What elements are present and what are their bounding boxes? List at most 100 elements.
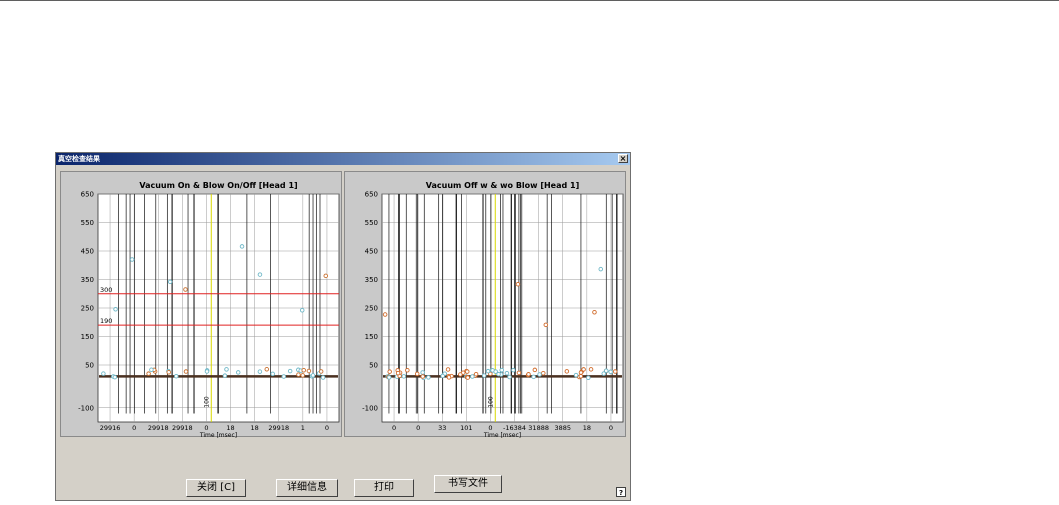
data-point — [531, 374, 536, 380]
chart-vacuum-off-blow: Vacuum Off w & wo Blow [Head 1] 650 550 450… — [362, 181, 624, 438]
close-button[interactable]: 关闭 [C] — [186, 479, 246, 497]
data-point — [299, 307, 305, 313]
data-point — [420, 374, 425, 379]
data-point — [420, 370, 425, 375]
x-tick-label: 29918 — [268, 424, 289, 432]
x-tick-label: 33 — [438, 424, 446, 432]
y-tick-label: 150 — [365, 333, 378, 341]
close-icon[interactable]: × — [618, 154, 628, 163]
x-tick-label: 18 — [226, 424, 234, 432]
data-point — [581, 367, 586, 372]
y-tick-label: 150 — [81, 333, 94, 341]
data-point — [473, 371, 479, 377]
x-tick-label: 29916 — [100, 424, 121, 432]
marker-line-label: 100 — [487, 396, 494, 408]
data-point — [257, 272, 263, 277]
help-icon[interactable]: ? — [616, 487, 626, 497]
data-point — [414, 371, 420, 377]
data-point — [386, 375, 392, 380]
data-point — [598, 266, 604, 272]
x-tick-label: 0 — [204, 424, 208, 432]
data-point — [101, 371, 106, 376]
data-point — [470, 374, 475, 379]
data-point — [166, 370, 172, 375]
data-point — [465, 369, 470, 374]
write-file-button[interactable]: 书写文件 — [434, 475, 502, 493]
y-tick-label: 250 — [81, 305, 94, 313]
data-point — [310, 373, 316, 378]
details-button[interactable]: 详细信息 — [276, 479, 338, 497]
data-point — [224, 367, 229, 372]
x-tick-label: 0 — [609, 424, 613, 432]
data-point — [204, 369, 210, 374]
data-point — [395, 370, 401, 376]
data-point — [440, 373, 445, 379]
data-point — [239, 244, 245, 249]
y-tick-label: 350 — [81, 276, 94, 284]
data-point — [601, 371, 607, 376]
data-point — [112, 374, 118, 380]
data-point — [382, 312, 388, 317]
x-axis-label: Time [msec] — [483, 432, 521, 438]
top-border-line — [0, 0, 1059, 1]
data-point — [257, 369, 263, 374]
data-point — [573, 372, 579, 378]
x-tick-label: 29918 — [148, 424, 169, 432]
x-tick-label: 18 — [583, 424, 591, 432]
data-point — [287, 368, 293, 374]
data-point — [541, 371, 546, 376]
y-tick-label: 650 — [81, 191, 94, 199]
y-tick-label: 550 — [81, 219, 94, 227]
data-point — [485, 368, 491, 374]
data-point — [300, 373, 305, 378]
x-tick-label: 31888 — [528, 424, 549, 432]
chart-vacuum-on-blow: Vacuum On & Blow On/Off [Head 1] 650 550 45… — [78, 181, 340, 438]
y-tick-label: 650 — [365, 191, 378, 199]
data-point — [129, 257, 135, 262]
data-point — [306, 368, 312, 374]
chart-title: Vacuum On & Blow On/Off [Head 1] — [139, 181, 297, 190]
vacuum-check-dialog: 真空检查结果 × Vacuum On & Blow On/Off [Head 1… — [55, 152, 631, 501]
data-point — [318, 369, 324, 374]
data-point — [511, 367, 516, 373]
marker-line-label: 100 — [203, 396, 210, 408]
y-tick-label: -100 — [362, 404, 378, 412]
threshold-label: 300 — [100, 286, 112, 294]
y-tick-label: 50 — [85, 362, 94, 370]
data-point — [445, 367, 451, 372]
dialog-title: 真空检查结果 — [58, 155, 100, 163]
data-point — [113, 307, 118, 312]
title-bar[interactable]: 真空检查结果 × — [56, 153, 630, 165]
x-axis-label: Time [msec] — [199, 432, 237, 438]
data-point — [515, 281, 521, 287]
data-point — [446, 375, 452, 380]
data-point — [458, 372, 463, 377]
data-point — [564, 369, 570, 374]
threshold-label: 190 — [100, 317, 112, 325]
x-tick-label: 0 — [325, 424, 329, 432]
print-button[interactable]: 打印 — [354, 479, 414, 497]
data-point — [586, 375, 591, 381]
chart-panel-right: Vacuum Off w & wo Blow [Head 1] 650 550 450… — [344, 171, 626, 438]
data-point — [588, 367, 594, 372]
data-point — [493, 369, 498, 374]
y-tick-label: 450 — [365, 248, 378, 256]
data-point — [323, 273, 329, 279]
x-tick-label: 0 — [416, 424, 420, 432]
data-point — [387, 369, 392, 374]
data-point — [270, 371, 275, 377]
chart-panel-left: Vacuum On & Blow On/Off [Head 1] 650 550 45… — [60, 171, 342, 438]
data-point — [320, 375, 326, 380]
data-point — [507, 374, 512, 380]
data-point — [149, 367, 154, 373]
x-tick-label: -16384 — [503, 424, 526, 432]
data-point — [296, 372, 301, 377]
data-point — [426, 375, 431, 380]
y-tick-label: 50 — [369, 362, 378, 370]
x-tick-label: 3885 — [554, 424, 571, 432]
data-point — [592, 309, 597, 315]
data-point — [537, 372, 542, 377]
data-point — [532, 367, 538, 373]
data-point — [174, 373, 179, 379]
data-point — [504, 370, 510, 376]
